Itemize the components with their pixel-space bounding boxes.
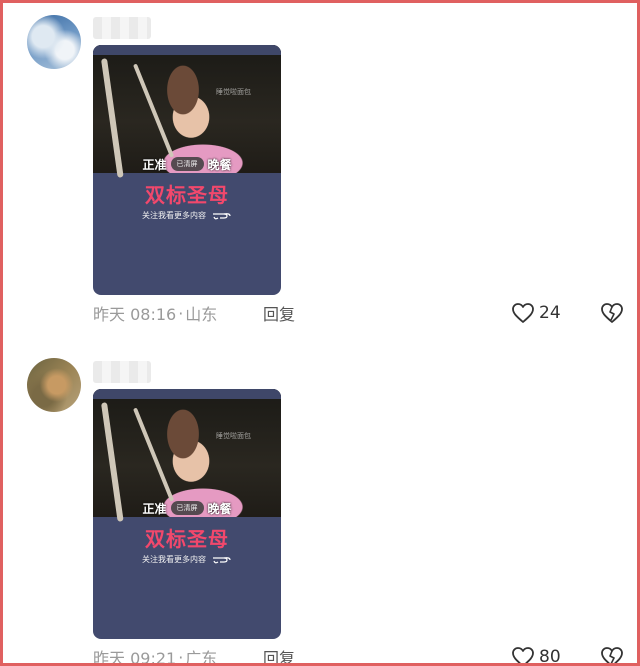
comment-time: 昨天 08:16 <box>93 305 177 324</box>
heart-outline-icon <box>512 303 534 323</box>
comment-location: 广东 <box>185 649 218 666</box>
video-thumbnail[interactable]: 睡觉啦面包 正准 已清屏 晚餐 双标圣母 关注我看更多内容 <box>93 45 281 295</box>
comment-item: 睡觉啦面包 正准 已清屏 晚餐 双标圣母 关注我看更多内容 昨天 09:21 ·… <box>3 347 637 666</box>
comment-time: 昨天 09:21 <box>93 649 177 666</box>
video-watermark: 睡觉啦面包 <box>216 88 251 96</box>
comment-item: 睡觉啦面包 正准 已清屏 晚餐 双标圣母 关注我看更多内容 昨天 08:16 ·… <box>3 3 637 343</box>
video-top-strip <box>93 389 281 399</box>
comment-location: 山东 <box>185 305 218 324</box>
like-count: 24 <box>539 303 561 323</box>
follow-text: 关注我看更多内容 <box>142 554 206 564</box>
user-avatar[interactable] <box>27 358 81 412</box>
broken-heart-icon <box>601 647 623 663</box>
branch-decoration <box>133 63 175 158</box>
subtitle-text: 正准 <box>142 157 167 172</box>
reply-button[interactable]: 回复 <box>263 645 295 663</box>
subtitle-text-tail: 晚餐 <box>207 157 232 172</box>
comment-meta: 昨天 08:16 · 山东 <box>93 301 217 325</box>
reply-button[interactable]: 回复 <box>263 301 295 325</box>
video-thumbnail[interactable]: 睡觉啦面包 正准 已清屏 晚餐 双标圣母 关注我看更多内容 <box>93 389 281 639</box>
like-button[interactable]: 80 <box>511 644 561 666</box>
user-avatar[interactable] <box>27 15 81 69</box>
meta-separator: · <box>178 303 184 323</box>
pointing-hand-icon <box>213 557 231 564</box>
cleared-badge: 已清屏 <box>170 157 204 171</box>
video-subtitle: 正准 已清屏 晚餐 <box>93 499 281 517</box>
follow-prompt: 关注我看更多内容 <box>93 553 281 565</box>
broken-heart-icon <box>601 303 623 323</box>
dislike-button[interactable] <box>599 644 625 663</box>
dislike-button[interactable] <box>599 300 625 326</box>
cleared-badge: 已清屏 <box>170 501 204 515</box>
follow-text: 关注我看更多内容 <box>142 210 206 220</box>
comment-meta: 昨天 09:21 · 广东 <box>93 645 218 666</box>
username-blurred[interactable] <box>93 361 151 383</box>
like-button[interactable]: 24 <box>511 300 561 326</box>
follow-prompt: 关注我看更多内容 <box>93 209 281 221</box>
video-frame: 睡觉啦面包 <box>93 389 281 522</box>
subtitle-text-tail: 晚餐 <box>207 501 232 516</box>
video-top-strip <box>93 45 281 55</box>
video-title: 双标圣母 <box>145 527 229 551</box>
meta-separator: · <box>178 647 184 666</box>
username-blurred[interactable] <box>93 17 151 39</box>
pointing-hand-icon <box>213 213 231 220</box>
video-watermark: 睡觉啦面包 <box>216 432 251 440</box>
comment-list: 睡觉啦面包 正准 已清屏 晚餐 双标圣母 关注我看更多内容 昨天 08:16 ·… <box>0 0 640 666</box>
video-subtitle: 正准 已清屏 晚餐 <box>93 155 281 173</box>
heart-outline-icon <box>512 647 534 663</box>
like-count: 80 <box>539 647 561 666</box>
video-title: 双标圣母 <box>145 183 229 207</box>
video-frame: 睡觉啦面包 <box>93 45 281 178</box>
branch-decoration <box>133 407 175 502</box>
subtitle-text: 正准 <box>142 501 167 516</box>
